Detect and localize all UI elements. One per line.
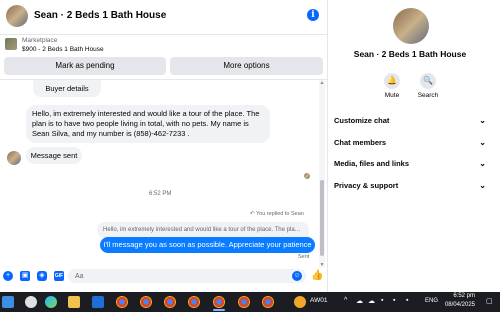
search-label[interactable]: Search <box>415 92 441 99</box>
message-input[interactable] <box>68 269 306 283</box>
scrollbar-thumb[interactable] <box>320 180 324 256</box>
chevron-up-icon[interactable]: ^ <box>344 297 347 304</box>
clock-time[interactable]: 6:52 pm <box>445 293 475 299</box>
tray-app-icon[interactable]: ▪ <box>381 297 383 304</box>
search-icon[interactable]: 🔍 <box>420 73 436 89</box>
tray-app-icon[interactable]: ▪ <box>406 297 408 304</box>
sticker-icon[interactable]: ◈ <box>37 271 47 281</box>
section-privacy-support[interactable]: Privacy & support ⌄ <box>334 179 486 193</box>
chrome-icon[interactable] <box>213 296 225 308</box>
chrome-icon[interactable] <box>140 296 152 308</box>
scroll-up-arrow-icon[interactable]: ▲ <box>319 80 325 86</box>
notification-icon[interactable]: ▢ <box>486 297 493 305</box>
quoted-message[interactable]: Hello, im extremely interested and would… <box>97 222 309 238</box>
gif-icon[interactable]: GIF <box>54 271 64 281</box>
scroll-down-arrow-icon[interactable]: ▼ <box>319 262 325 268</box>
listing-thumbnail[interactable] <box>5 38 17 50</box>
listing-price-title[interactable]: $900 - 2 Beds 1 Bath House <box>22 46 104 53</box>
section-chat-members[interactable]: Chat members ⌄ <box>334 136 486 150</box>
listing-source: Marketplace <box>22 37 58 44</box>
start-icon[interactable] <box>2 296 14 308</box>
chevron-down-icon: ⌄ <box>479 159 486 168</box>
mark-as-pending-button[interactable]: Mark as pending <box>4 57 166 75</box>
chevron-down-icon: ⌄ <box>479 116 486 125</box>
language-indicator[interactable]: ENG <box>425 298 438 304</box>
image-icon[interactable]: ▣ <box>20 271 30 281</box>
section-media-files-links[interactable]: Media, files and links ⌄ <box>334 157 486 171</box>
edge-icon[interactable] <box>45 296 57 308</box>
chevron-down-icon: ⌄ <box>479 181 486 190</box>
chrome-icon[interactable] <box>262 296 274 308</box>
search-icon[interactable] <box>25 296 37 308</box>
sender-avatar[interactable] <box>7 151 21 165</box>
message-timestamp: 6:52 PM <box>149 191 172 197</box>
tray-app-icon[interactable]: ▪ <box>393 297 395 304</box>
seen-indicator-avatar <box>304 173 310 179</box>
cloud-icon[interactable]: ☁ <box>356 297 363 305</box>
section-label: Media, files and links <box>334 159 410 168</box>
section-label: Customize chat <box>334 116 390 125</box>
header-avatar[interactable] <box>6 5 28 27</box>
section-label: Chat members <box>334 138 387 147</box>
chrome-icon[interactable] <box>164 296 176 308</box>
chrome-icon[interactable] <box>188 296 200 308</box>
emoji-icon[interactable]: ☺ <box>292 271 302 281</box>
section-label: Privacy & support <box>334 181 399 190</box>
section-customize-chat[interactable]: Customize chat ⌄ <box>334 114 486 128</box>
file-explorer-icon[interactable] <box>68 296 80 308</box>
store-icon[interactable] <box>92 296 104 308</box>
incoming-message: Hello, im extremely interested and would… <box>26 105 270 143</box>
mute-label[interactable]: Mute <box>380 92 404 99</box>
onedrive-icon[interactable]: ☁ <box>368 297 375 305</box>
outgoing-message: I'll message you as soon as possible. Ap… <box>100 237 315 253</box>
incoming-message: Message sent <box>26 147 82 164</box>
buyer-details-button[interactable]: Buyer details <box>33 80 101 97</box>
clock-date[interactable]: 08/04/2025 <box>443 302 475 308</box>
profile-name: Sean · 2 Beds 1 Bath House <box>353 49 467 59</box>
chat-title[interactable]: Sean · 2 Beds 1 Bath House <box>34 10 166 21</box>
weather-icon[interactable] <box>294 296 306 308</box>
info-icon[interactable]: i <box>307 9 319 21</box>
profile-avatar[interactable] <box>393 8 429 44</box>
more-options-button[interactable]: More options <box>170 57 323 75</box>
like-icon[interactable]: 👍 <box>311 270 323 282</box>
sent-status: Sent <box>298 254 310 260</box>
bell-icon[interactable]: 🔔 <box>384 73 400 89</box>
plus-icon[interactable]: + <box>3 271 13 281</box>
reply-note: ↶ You replied to Sean <box>250 211 304 217</box>
active-window-indicator <box>213 309 225 311</box>
chrome-icon[interactable] <box>116 296 128 308</box>
chevron-down-icon: ⌄ <box>479 138 486 147</box>
weather-text[interactable]: AW01 <box>310 297 327 304</box>
chrome-icon[interactable] <box>238 296 250 308</box>
